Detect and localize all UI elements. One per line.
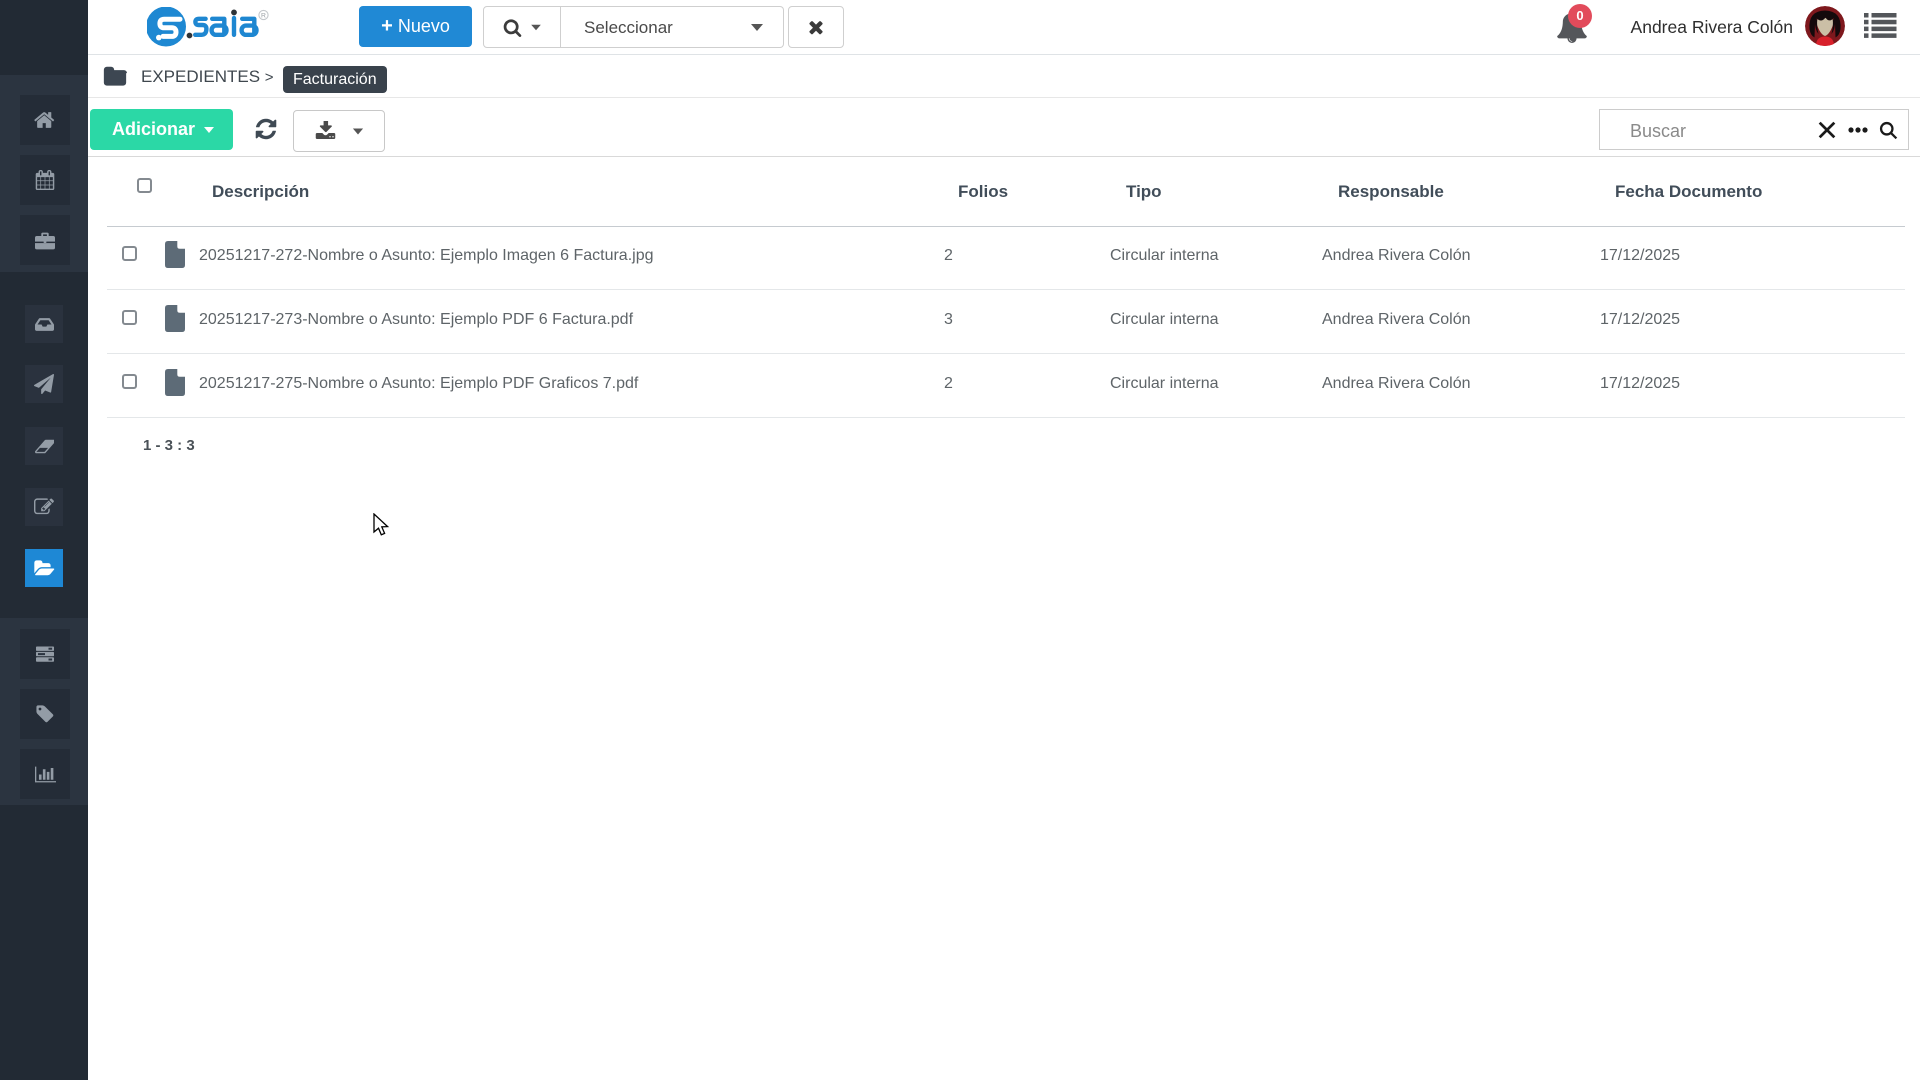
svg-text:R: R (261, 13, 266, 20)
